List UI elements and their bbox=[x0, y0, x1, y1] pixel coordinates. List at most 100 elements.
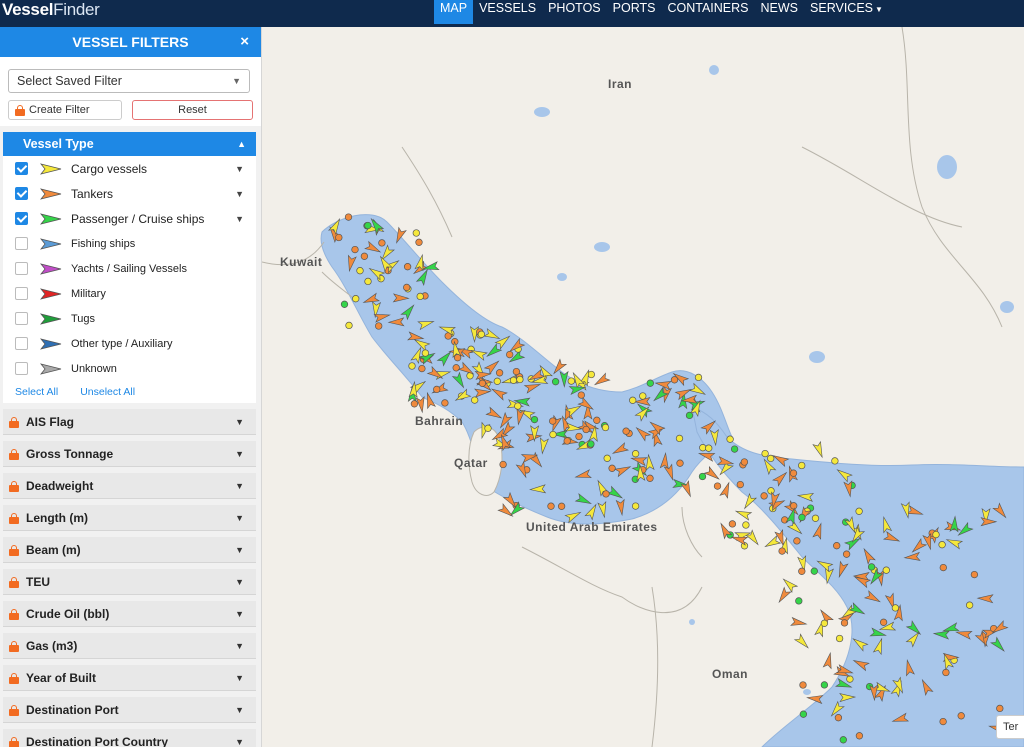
vessel-type-checkbox[interactable] bbox=[15, 162, 28, 175]
vessel-type-item[interactable]: Unknown bbox=[3, 356, 256, 381]
vessel-marker[interactable] bbox=[646, 379, 654, 387]
vessel-marker[interactable] bbox=[587, 370, 595, 379]
vessel-marker[interactable] bbox=[622, 427, 630, 435]
vessel-marker[interactable] bbox=[499, 460, 507, 469]
vessel-type-item[interactable]: Tugs bbox=[3, 306, 256, 331]
vessel-marker[interactable] bbox=[736, 480, 744, 489]
vessel-marker[interactable] bbox=[575, 432, 583, 441]
vessel-marker[interactable] bbox=[761, 449, 769, 458]
vessel-marker[interactable] bbox=[879, 618, 888, 626]
vessel-marker[interactable] bbox=[767, 487, 775, 495]
unselect-all-link[interactable]: Unselect All bbox=[80, 386, 135, 398]
vessel-marker[interactable] bbox=[352, 295, 360, 303]
vessel-type-item[interactable]: Fishing ships bbox=[3, 231, 256, 256]
filter-accordion[interactable]: Destination Port Country ▼ bbox=[3, 729, 256, 747]
vessel-marker[interactable] bbox=[410, 400, 419, 408]
vessel-marker[interactable] bbox=[882, 566, 890, 574]
vessel-marker[interactable] bbox=[364, 221, 372, 230]
vessel-marker[interactable] bbox=[530, 415, 539, 424]
vessel-type-checkbox[interactable] bbox=[15, 362, 28, 375]
nav-news[interactable]: NEWS bbox=[755, 0, 805, 24]
select-all-link[interactable]: Select All bbox=[15, 386, 58, 398]
filter-accordion[interactable]: Gross Tonnage ▼ bbox=[3, 441, 256, 467]
vessel-marker[interactable] bbox=[670, 376, 679, 384]
vessel-type-item[interactable]: Tankers ▼ bbox=[3, 181, 256, 206]
vessel-type-checkbox[interactable] bbox=[15, 337, 28, 350]
vessel-type-checkbox[interactable] bbox=[15, 312, 28, 325]
vessel-marker[interactable] bbox=[478, 379, 487, 387]
vessel-marker[interactable] bbox=[831, 457, 839, 465]
vessel-marker[interactable] bbox=[608, 464, 616, 472]
vessel-marker[interactable] bbox=[593, 416, 601, 424]
vessel-type-item[interactable]: Yachts / Sailing Vessels bbox=[3, 256, 256, 281]
vessel-marker[interactable] bbox=[798, 567, 806, 575]
vessel-marker[interactable] bbox=[378, 239, 386, 247]
vessel-marker[interactable] bbox=[335, 233, 343, 242]
vessel-marker[interactable] bbox=[867, 563, 876, 571]
chevron-down-icon[interactable]: ▼ bbox=[235, 164, 244, 174]
vessel-type-checkbox[interactable] bbox=[15, 212, 28, 225]
vessel-marker[interactable] bbox=[415, 238, 423, 246]
vessel-type-checkbox[interactable] bbox=[15, 287, 28, 300]
vessel-marker[interactable] bbox=[601, 423, 610, 432]
chevron-down-icon[interactable]: ▼ bbox=[235, 214, 244, 224]
vessel-marker[interactable] bbox=[360, 252, 369, 260]
reset-button[interactable]: Reset bbox=[132, 100, 253, 120]
vessel-marker[interactable] bbox=[965, 601, 974, 609]
vessel-marker[interactable] bbox=[798, 461, 806, 470]
nav-vessels[interactable]: VESSELS bbox=[473, 0, 542, 24]
vessel-marker[interactable] bbox=[416, 292, 424, 301]
saved-filter-select[interactable]: Select Saved Filter ▼ bbox=[8, 69, 250, 93]
vessel-marker[interactable] bbox=[506, 350, 514, 359]
chevron-down-icon[interactable]: ▼ bbox=[235, 189, 244, 199]
vessel-marker[interactable] bbox=[835, 634, 844, 643]
vessel-marker[interactable] bbox=[471, 396, 479, 404]
vessel-type-item[interactable]: Other type / Auxiliary bbox=[3, 331, 256, 356]
vessel-type-checkbox[interactable] bbox=[15, 187, 28, 200]
vessel-marker[interactable] bbox=[629, 396, 637, 404]
vessel-marker[interactable] bbox=[563, 437, 571, 445]
vessel-marker[interactable] bbox=[970, 570, 979, 579]
vessel-marker[interactable] bbox=[713, 482, 722, 490]
vessel-marker[interactable] bbox=[767, 454, 775, 463]
vessel-marker[interactable] bbox=[760, 492, 768, 500]
vessel-marker[interactable] bbox=[509, 376, 518, 384]
vessel-type-item[interactable]: Military bbox=[3, 281, 256, 306]
vessel-marker[interactable] bbox=[549, 430, 557, 439]
vessel-marker[interactable] bbox=[418, 364, 426, 373]
vessel-marker[interactable] bbox=[547, 502, 555, 510]
vesselfinder-logo[interactable]: VesselFinder bbox=[2, 1, 100, 19]
vessel-type-header[interactable]: Vessel Type ▲ bbox=[3, 132, 256, 156]
vessel-marker[interactable] bbox=[855, 732, 864, 740]
vessel-marker[interactable] bbox=[820, 619, 829, 627]
vessel-marker[interactable] bbox=[421, 349, 430, 357]
vessel-marker[interactable] bbox=[484, 424, 492, 432]
filter-accordion[interactable]: Deadweight ▼ bbox=[3, 473, 256, 499]
nav-containers[interactable]: CONTAINERS bbox=[661, 0, 754, 24]
filter-accordion[interactable]: Destination Port ▼ bbox=[3, 697, 256, 723]
vessel-marker[interactable] bbox=[639, 392, 647, 400]
vessel-marker[interactable] bbox=[403, 263, 412, 271]
vessel-marker[interactable] bbox=[452, 364, 460, 372]
vessel-marker[interactable] bbox=[408, 362, 416, 370]
vessel-marker[interactable] bbox=[582, 425, 590, 434]
vessel-marker[interactable] bbox=[839, 736, 847, 744]
vessel-marker[interactable] bbox=[842, 550, 851, 558]
filter-accordion[interactable]: Length (m) ▼ bbox=[3, 505, 256, 531]
vessel-marker[interactable] bbox=[778, 547, 786, 555]
vessel-marker[interactable] bbox=[493, 377, 501, 385]
vessel-marker[interactable] bbox=[351, 245, 359, 254]
vessel-marker[interactable] bbox=[631, 502, 640, 510]
vessel-marker[interactable] bbox=[433, 385, 441, 394]
vessel-marker[interactable] bbox=[781, 516, 789, 524]
vessel-marker[interactable] bbox=[728, 520, 737, 528]
vessel-marker[interactable] bbox=[957, 712, 965, 720]
filter-accordion[interactable]: TEU ▼ bbox=[3, 569, 256, 595]
filter-accordion[interactable]: AIS Flag ▼ bbox=[3, 409, 256, 435]
vessel-marker[interactable] bbox=[730, 445, 739, 453]
vessel-marker[interactable] bbox=[512, 367, 521, 376]
vessel-marker[interactable] bbox=[516, 375, 524, 384]
map-canvas[interactable] bbox=[262, 27, 1024, 747]
vessel-marker[interactable] bbox=[603, 454, 611, 462]
close-icon[interactable]: × bbox=[240, 27, 249, 57]
